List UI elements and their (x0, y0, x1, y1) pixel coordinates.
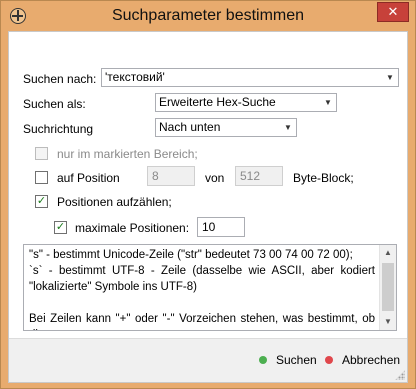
at-position-label: auf Position (57, 171, 120, 185)
window-title: Suchparameter bestimmen (111, 7, 305, 24)
scroll-down-icon[interactable]: ▼ (380, 314, 396, 330)
help-line (29, 295, 375, 311)
of-label: von (205, 171, 225, 185)
search-for-combo[interactable]: 'текстовий' ▼ (101, 68, 399, 87)
max-positions-label: maximale Positionen: (75, 221, 190, 235)
button-bar: Suchen Abbrechen (9, 338, 407, 382)
chevron-down-icon[interactable]: ▼ (319, 94, 336, 111)
red-dot-icon (325, 356, 333, 364)
help-line: Bei Zeilen kann "+" oder "-" Vorzeichen … (29, 313, 375, 330)
help-text-box[interactable]: "s" - bestimmt Unicode-Zeile ("str" bede… (23, 244, 397, 331)
scroll-up-icon[interactable]: ▲ (380, 245, 396, 261)
search-as-combo[interactable]: Erweiterte Hex-Suche ▼ (155, 93, 337, 112)
green-dot-icon (259, 356, 267, 364)
direction-label: Suchrichtung (23, 122, 94, 136)
byte-block-label: Byte-Block; (293, 171, 354, 185)
at-position-checkbox[interactable] (35, 171, 48, 184)
list-positions-label: Positionen aufzählen; (57, 195, 172, 209)
dialog-client: Suchen nach: 'текстовий' ▼ Suchen als: E… (8, 31, 408, 383)
search-for-label: Suchen nach: (23, 72, 97, 86)
list-positions-checkbox[interactable]: ✓ (35, 195, 48, 208)
max-positions-checkbox[interactable]: ✓ (54, 221, 67, 234)
marked-area-checkbox[interactable] (35, 147, 48, 160)
direction-combo[interactable]: Nach unten ▼ (155, 118, 297, 137)
help-scrollbar[interactable]: ▲ ▼ (379, 245, 396, 330)
dialog-window: Suchparameter bestimmen ✕ Suchen nach: '… (0, 0, 416, 389)
max-positions-input[interactable]: 10 (197, 217, 245, 237)
search-for-value: 'текстовий' (105, 70, 165, 84)
resize-grip-icon[interactable] (395, 370, 405, 380)
chevron-down-icon[interactable]: ▼ (279, 119, 296, 136)
cancel-button-label: Abbrechen (342, 353, 401, 367)
search-button[interactable]: Suchen (259, 353, 317, 367)
help-text: "s" - bestimmt Unicode-Zeile ("str" bede… (29, 247, 375, 330)
position-input[interactable]: 8 (147, 166, 195, 186)
title-bar[interactable]: Suchparameter bestimmen ✕ (1, 1, 415, 31)
scroll-thumb[interactable] (382, 263, 394, 311)
search-as-value: Erweiterte Hex-Suche (159, 95, 276, 109)
close-button[interactable]: ✕ (377, 2, 409, 22)
direction-value: Nach unten (159, 120, 221, 134)
search-button-label: Suchen (276, 353, 317, 367)
help-line: "s" - bestimmt Unicode-Zeile ("str" bede… (29, 249, 353, 261)
marked-area-label: nur im markierten Bereich; (57, 147, 198, 161)
help-line: `s` - bestimmt UTF-8 - Zeile (dasselbe w… (29, 265, 375, 293)
chevron-down-icon[interactable]: ▼ (381, 69, 398, 86)
search-as-label: Suchen als: (23, 97, 86, 111)
cancel-button[interactable]: Abbrechen (325, 353, 400, 367)
block-size-input[interactable]: 512 (235, 166, 283, 186)
